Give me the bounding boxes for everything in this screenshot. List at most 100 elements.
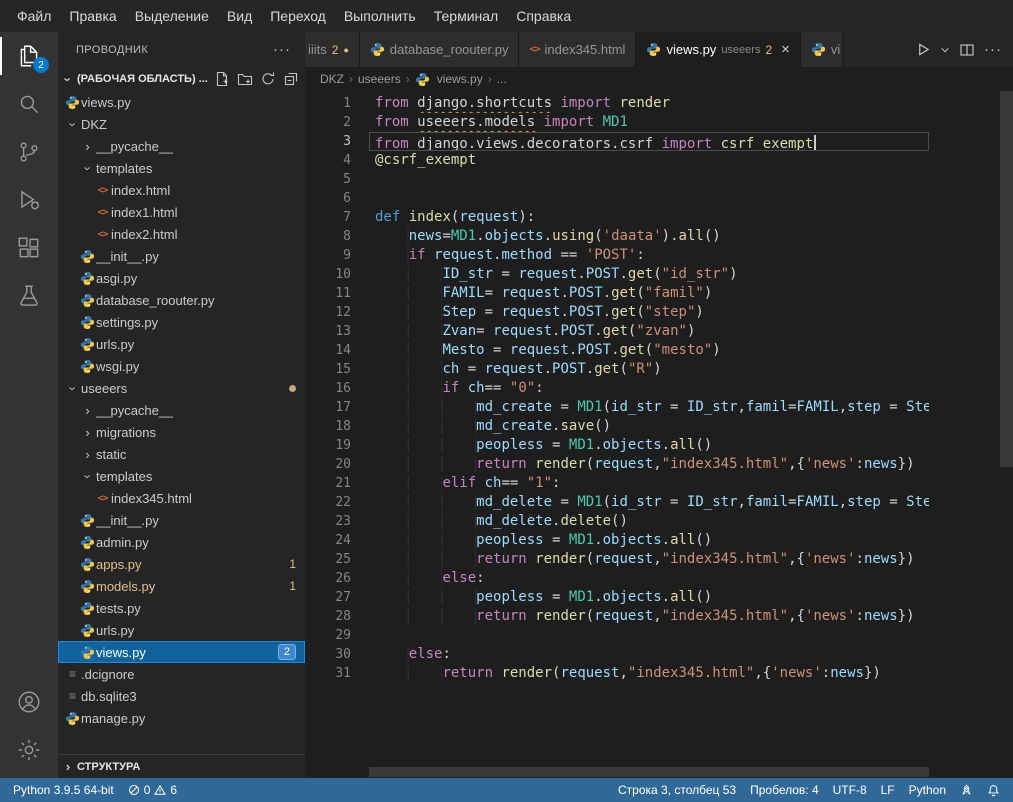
new-folder-icon[interactable] [237, 71, 253, 87]
vertical-scrollbar-thumb[interactable] [1000, 91, 1013, 467]
code-line-2[interactable]: 2from useeers.models import MD1 [305, 113, 929, 132]
code-line-29[interactable]: 29 [305, 626, 929, 645]
code-line-30[interactable]: 30 else: [305, 645, 929, 664]
bell-icon[interactable] [980, 778, 1007, 802]
tree-item-useeers[interactable]: ›useeers [58, 377, 305, 399]
code-line-28[interactable]: 28 return render(request,"index345.html"… [305, 607, 929, 626]
tree-item-admin.py[interactable]: admin.py [58, 531, 305, 553]
menu-item-4[interactable]: Вид [218, 3, 261, 29]
code-line-21[interactable]: 21 elif ch== "1": [305, 474, 929, 493]
code-line-18[interactable]: 18 md_create.save() [305, 417, 929, 436]
problems-indicator[interactable]: 0 6 [121, 778, 184, 802]
menu-item-5[interactable]: Переход [261, 3, 335, 29]
tree-item-index345.html[interactable]: <>index345.html [58, 487, 305, 509]
code-line-31[interactable]: 31 return render(request,"index345.html"… [305, 664, 929, 683]
code-line-8[interactable]: 8 news=MD1.objects.using('daata').all() [305, 227, 929, 246]
tree-item-__init__.py[interactable]: __init__.py [58, 245, 305, 267]
tree-item-manage.py[interactable]: manage.py [58, 707, 305, 729]
code-line-6[interactable]: 6 [305, 189, 929, 208]
tree-item-urls.py[interactable]: urls.py [58, 333, 305, 355]
breadcrumb-item-DKZ[interactable]: DKZ [320, 72, 344, 86]
code-line-14[interactable]: 14 Mesto = request.POST.get("mesto") [305, 341, 929, 360]
tree-item-settings.py[interactable]: settings.py [58, 311, 305, 333]
code-line-24[interactable]: 24 peopless = MD1.objects.all() [305, 531, 929, 550]
code-line-7[interactable]: 7def index(request): [305, 208, 929, 227]
code-line-1[interactable]: 1from django.shortcuts import render [305, 94, 929, 113]
tree-item-migrations[interactable]: ›migrations [58, 421, 305, 443]
refresh-icon[interactable] [260, 71, 276, 87]
extensions-activity-button[interactable] [0, 224, 58, 272]
vertical-scrollbar[interactable] [1000, 91, 1013, 778]
tree-item-__init__.py[interactable]: __init__.py [58, 509, 305, 531]
menu-item-8[interactable]: Справка [507, 3, 580, 29]
code-line-23[interactable]: 23 md_delete.delete() [305, 512, 929, 531]
code-line-12[interactable]: 12 Step = request.POST.get("step") [305, 303, 929, 322]
tree-item-templates[interactable]: ›templates [58, 465, 305, 487]
tab-vi[interactable]: vi [801, 32, 843, 67]
tree-item-index2.html[interactable]: <>index2.html [58, 223, 305, 245]
tab-database_roouter.py[interactable]: database_roouter.py [360, 32, 520, 67]
menu-item-7[interactable]: Терминал [425, 3, 507, 29]
code-line-10[interactable]: 10 ID_str = request.POST.get("id_str") [305, 265, 929, 284]
menu-item-3[interactable]: Выделение [126, 3, 218, 29]
tree-item-tests.py[interactable]: tests.py [58, 597, 305, 619]
search-activity-button[interactable] [0, 80, 58, 128]
indentation[interactable]: Пробелов: 4 [743, 778, 826, 802]
cursor-position[interactable]: Строка 3, столбец 53 [611, 778, 743, 802]
split-editor-icon[interactable] [959, 42, 975, 58]
run-debug-activity-button[interactable] [0, 176, 58, 224]
language-mode[interactable]: Python [902, 778, 953, 802]
horizontal-scrollbar-thumb[interactable] [369, 767, 929, 777]
menu-item-2[interactable]: Правка [60, 3, 125, 29]
code-line-4[interactable]: 4@csrf_exempt [305, 151, 929, 170]
breadcrumb-item-...[interactable]: ... [497, 72, 507, 86]
code-line-11[interactable]: 11 FAMIL= request.POST.get("famil") [305, 284, 929, 303]
python-interpreter[interactable]: Python 3.9.5 64-bit [6, 778, 121, 802]
tree-item-index1.html[interactable]: <>index1.html [58, 201, 305, 223]
tree-item-models.py[interactable]: models.py1 [58, 575, 305, 597]
tab-views.py[interactable]: views.pyuseeers2× [636, 32, 800, 67]
code-line-15[interactable]: 15 ch = request.POST.get("R") [305, 360, 929, 379]
code-line-26[interactable]: 26 else: [305, 569, 929, 588]
tree-item-__pycache__[interactable]: ›__pycache__ [58, 135, 305, 157]
code-line-3[interactable]: 3from django.views.decorators.csrf impor… [305, 132, 929, 151]
breadcrumb-item-views.py[interactable]: views.py [437, 72, 483, 86]
rocket-icon[interactable] [953, 778, 980, 802]
tree-item-.dcignore[interactable]: ≡.dcignore [58, 663, 305, 685]
code-line-20[interactable]: 20 return render(request,"index345.html"… [305, 455, 929, 474]
code-line-22[interactable]: 22 md_delete = MD1(id_str = ID_str,famil… [305, 493, 929, 512]
tree-item-views.py[interactable]: views.py2 [58, 641, 305, 663]
run-dropdown-icon[interactable] [940, 45, 950, 55]
source-control-activity-button[interactable] [0, 128, 58, 176]
tree-item-index.html[interactable]: <>index.html [58, 179, 305, 201]
code-line-9[interactable]: 9 if request.method == 'POST': [305, 246, 929, 265]
tree-item-static[interactable]: ›static [58, 443, 305, 465]
tree-item-urls.py[interactable]: urls.py [58, 619, 305, 641]
code-editor[interactable]: 1from django.shortcuts import render2fro… [305, 91, 1013, 778]
code-line-5[interactable]: 5 [305, 170, 929, 189]
code-line-17[interactable]: 17 md_create = MD1(id_str = ID_str,famil… [305, 398, 929, 417]
workspace-section-header[interactable]: › (РАБОЧАЯ ОБЛАСТЬ) ... [58, 67, 305, 91]
structure-section-header[interactable]: › СТРУКТУРА [58, 754, 305, 778]
collapse-all-icon[interactable] [283, 71, 299, 87]
code-line-13[interactable]: 13 Zvan= request.POST.get("zvan") [305, 322, 929, 341]
code-line-16[interactable]: 16 if ch== "0": [305, 379, 929, 398]
explorer-more-actions-icon[interactable]: ··· [273, 41, 291, 58]
code-line-25[interactable]: 25 return render(request,"index345.html"… [305, 550, 929, 569]
menu-item-1[interactable]: Файл [8, 3, 60, 29]
explorer-activity-button[interactable]: 2 [0, 32, 58, 80]
close-icon[interactable]: × [781, 41, 790, 58]
tree-item-asgi.py[interactable]: asgi.py [58, 267, 305, 289]
eol-sequence[interactable]: LF [874, 778, 902, 802]
tree-item-wsgi.py[interactable]: wsgi.py [58, 355, 305, 377]
tree-item-__pycache__[interactable]: ›__pycache__ [58, 399, 305, 421]
run-button[interactable] [916, 42, 931, 57]
menu-item-6[interactable]: Выполнить [335, 3, 425, 29]
code-line-19[interactable]: 19 peopless = MD1.objects.all() [305, 436, 929, 455]
tab-iiits[interactable]: iiits2● [305, 32, 360, 67]
account-button[interactable] [0, 678, 58, 726]
tree-item-templates[interactable]: ›templates [58, 157, 305, 179]
breadcrumb-item-useeers[interactable]: useeers [358, 72, 401, 86]
testing-activity-button[interactable] [0, 272, 58, 320]
tree-item-database_roouter.py[interactable]: database_roouter.py [58, 289, 305, 311]
